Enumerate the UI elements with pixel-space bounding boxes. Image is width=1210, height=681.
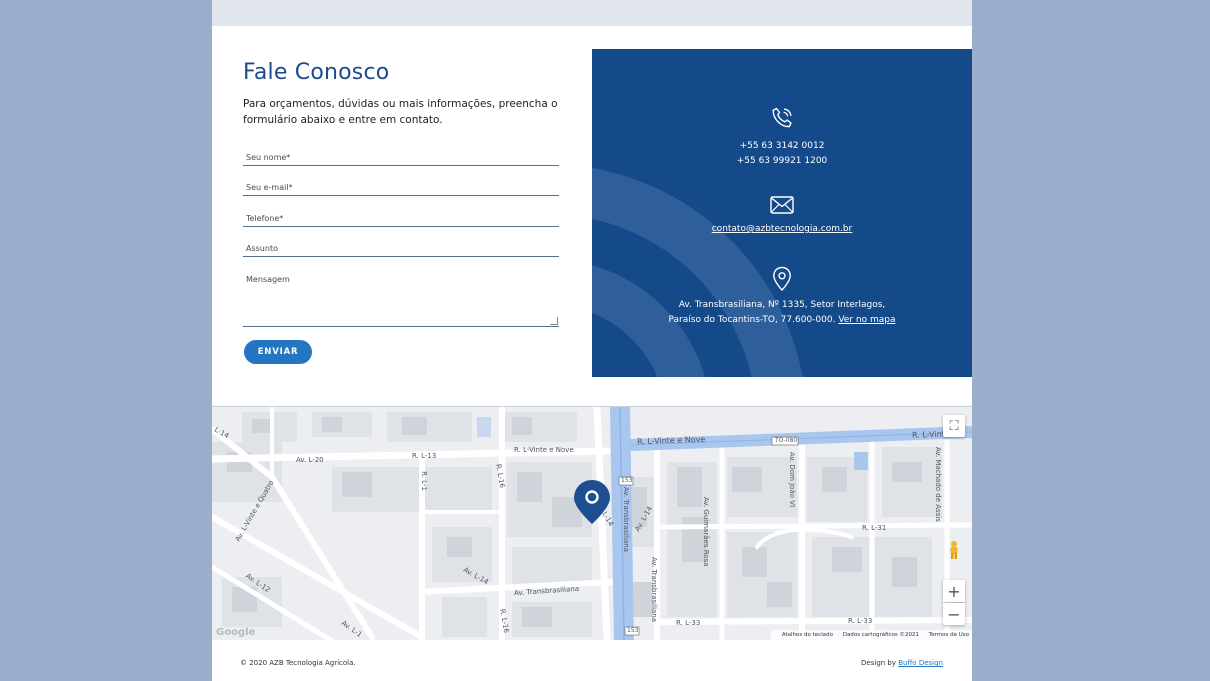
road-shield-label: TO-080 (775, 437, 798, 444)
location-pin-icon (773, 266, 791, 292)
subject-placeholder: Assunto (246, 244, 278, 253)
send-button[interactable]: ENVIAR (244, 340, 312, 364)
resize-handle[interactable] (550, 317, 558, 325)
designer-link[interactable]: Buffo Design (898, 659, 943, 667)
map-marker-icon[interactable] (572, 478, 612, 526)
phone-number-1[interactable]: +55 63 3142 0012 (592, 139, 972, 154)
street-label: Av. Guimarães Rosa (702, 497, 710, 567)
name-placeholder: Seu nome* (246, 153, 291, 162)
design-by-text: Design by (861, 659, 897, 667)
street-label: R. L-13 (412, 452, 437, 460)
zoom-in-button[interactable]: + (943, 580, 965, 602)
terms-link[interactable]: Termos de Uso (929, 632, 969, 638)
phone-block: +55 63 3142 0012 +55 63 99921 1200 (592, 106, 972, 169)
phone-number-2[interactable]: +55 63 99921 1200 (592, 154, 972, 169)
email-block: contato@azbtecnologia.com.br (592, 196, 972, 237)
contact-info-panel: +55 63 3142 0012 +55 63 99921 1200 conta… (592, 49, 972, 377)
intro-text: Para orçamentos, dúvidas ou mais informa… (243, 98, 558, 126)
top-bar (212, 0, 972, 26)
footer: © 2020 AZB Tecnologia Agrícola. Design b… (212, 640, 972, 681)
phone-field[interactable]: Telefone* (243, 208, 559, 227)
page: Fale Conosco Para orçamentos, dúvidas ou… (212, 0, 972, 681)
email-placeholder: Seu e-mail* (246, 183, 293, 192)
street-label: Av. Transbrasiliana (622, 487, 630, 553)
email-link[interactable]: contato@azbtecnologia.com.br (712, 224, 853, 234)
street-label: R. L-33 (676, 619, 701, 627)
street-label: R. L-31 (862, 524, 887, 532)
map-data-text: Dados cartográficos ©2021 (842, 632, 920, 638)
phone-placeholder: Telefone* (246, 214, 284, 223)
street-label: Av. Dom João VI (788, 452, 796, 508)
street-label: Av. Machado de Assis (934, 447, 942, 522)
email-field[interactable]: Seu e-mail* (243, 177, 559, 196)
street-label: R. L-1 (419, 471, 428, 491)
road-shield-label: 153 (627, 627, 639, 634)
view-map-link[interactable]: Ver no mapa (838, 315, 895, 325)
embedded-map[interactable]: R. L-Vinte e Nove R. L-Vinte e R. L-Vint… (212, 406, 972, 641)
zoom-out-button[interactable]: − (943, 603, 965, 625)
envelope-icon (770, 196, 794, 214)
message-field[interactable]: Mensagem (243, 272, 559, 327)
design-credit: Design by Buffo Design (861, 659, 943, 667)
page-title: Fale Conosco (243, 60, 390, 85)
street-label: Av. Transbrasiliana (650, 557, 658, 623)
google-logo: Google (216, 627, 256, 638)
road-shield-label: 153 (621, 477, 633, 484)
subject-field[interactable]: Assunto (243, 238, 559, 257)
street-label: R. L-Vinte e Nove (514, 446, 574, 454)
phone-icon (772, 107, 792, 128)
street-label: Av. L-20 (296, 456, 324, 464)
fullscreen-icon[interactable]: ⛶ (943, 415, 965, 437)
name-field[interactable]: Seu nome* (243, 147, 559, 166)
street-label: R. L-33 (848, 617, 873, 625)
address-block: Av. Transbrasiliana, Nº 1335, Setor Inte… (592, 266, 972, 328)
keyboard-shortcuts-link[interactable]: Atalhos do teclado (782, 632, 833, 638)
address-line-2: Paraíso do Tocantins-TO, 77.600-000. (668, 315, 836, 325)
street-view-pegman-icon[interactable] (948, 540, 960, 560)
copyright-text: © 2020 AZB Tecnologia Agrícola. (240, 659, 356, 667)
message-placeholder: Mensagem (246, 275, 290, 284)
address-line-1: Av. Transbrasiliana, Nº 1335, Setor Inte… (678, 300, 886, 310)
